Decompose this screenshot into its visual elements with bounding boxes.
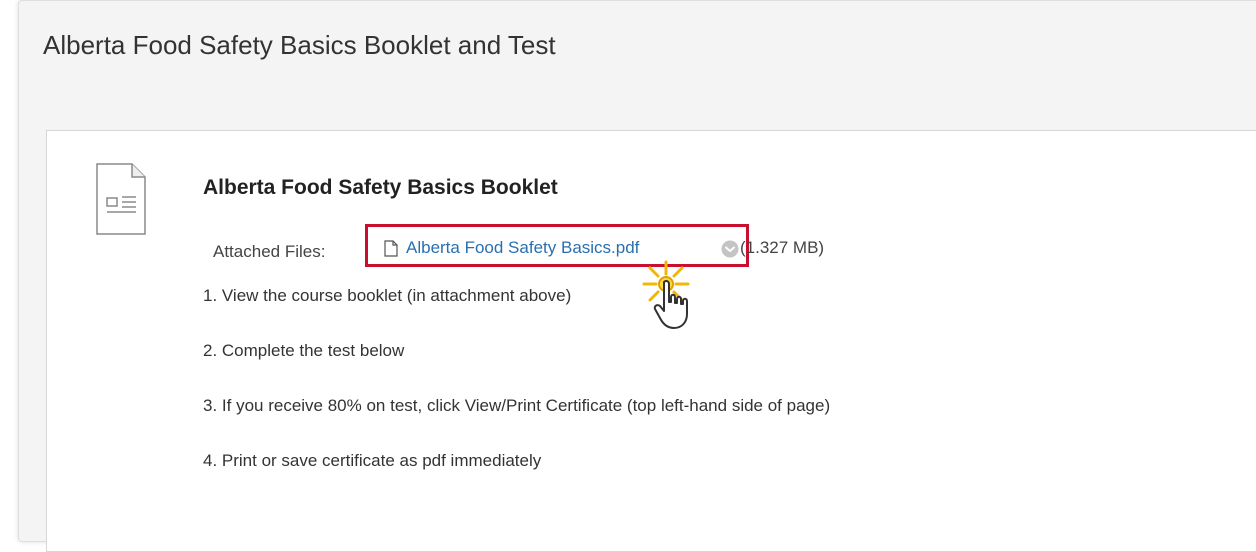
page-background: Alberta Food Safety Basics Booklet and T… <box>0 0 1256 552</box>
attachment-filename: Alberta Food Safety Basics.pdf <box>406 238 640 257</box>
chevron-down-circle-icon[interactable] <box>721 240 739 258</box>
document-icon <box>96 163 146 235</box>
attachment-link[interactable]: Alberta Food Safety Basics.pdf <box>384 238 639 258</box>
file-icon <box>384 239 398 257</box>
instruction-step-1: 1. View the course booklet (in attachmen… <box>203 286 572 305</box>
instruction-step-4: 4. Print or save certificate as pdf imme… <box>203 451 542 470</box>
item-title: Alberta Food Safety Basics Booklet <box>203 176 558 199</box>
instruction-step-2: 2. Complete the test below <box>203 341 405 360</box>
attached-files-label: Attached Files: <box>213 242 326 261</box>
attached-files-row: Attached Files: <box>213 238 333 266</box>
page-title: Alberta Food Safety Basics Booklet and T… <box>43 30 556 60</box>
instruction-step-3: 3. If you receive 80% on test, click Vie… <box>203 396 831 415</box>
attachment-size: (1.327 MB) <box>740 238 825 257</box>
